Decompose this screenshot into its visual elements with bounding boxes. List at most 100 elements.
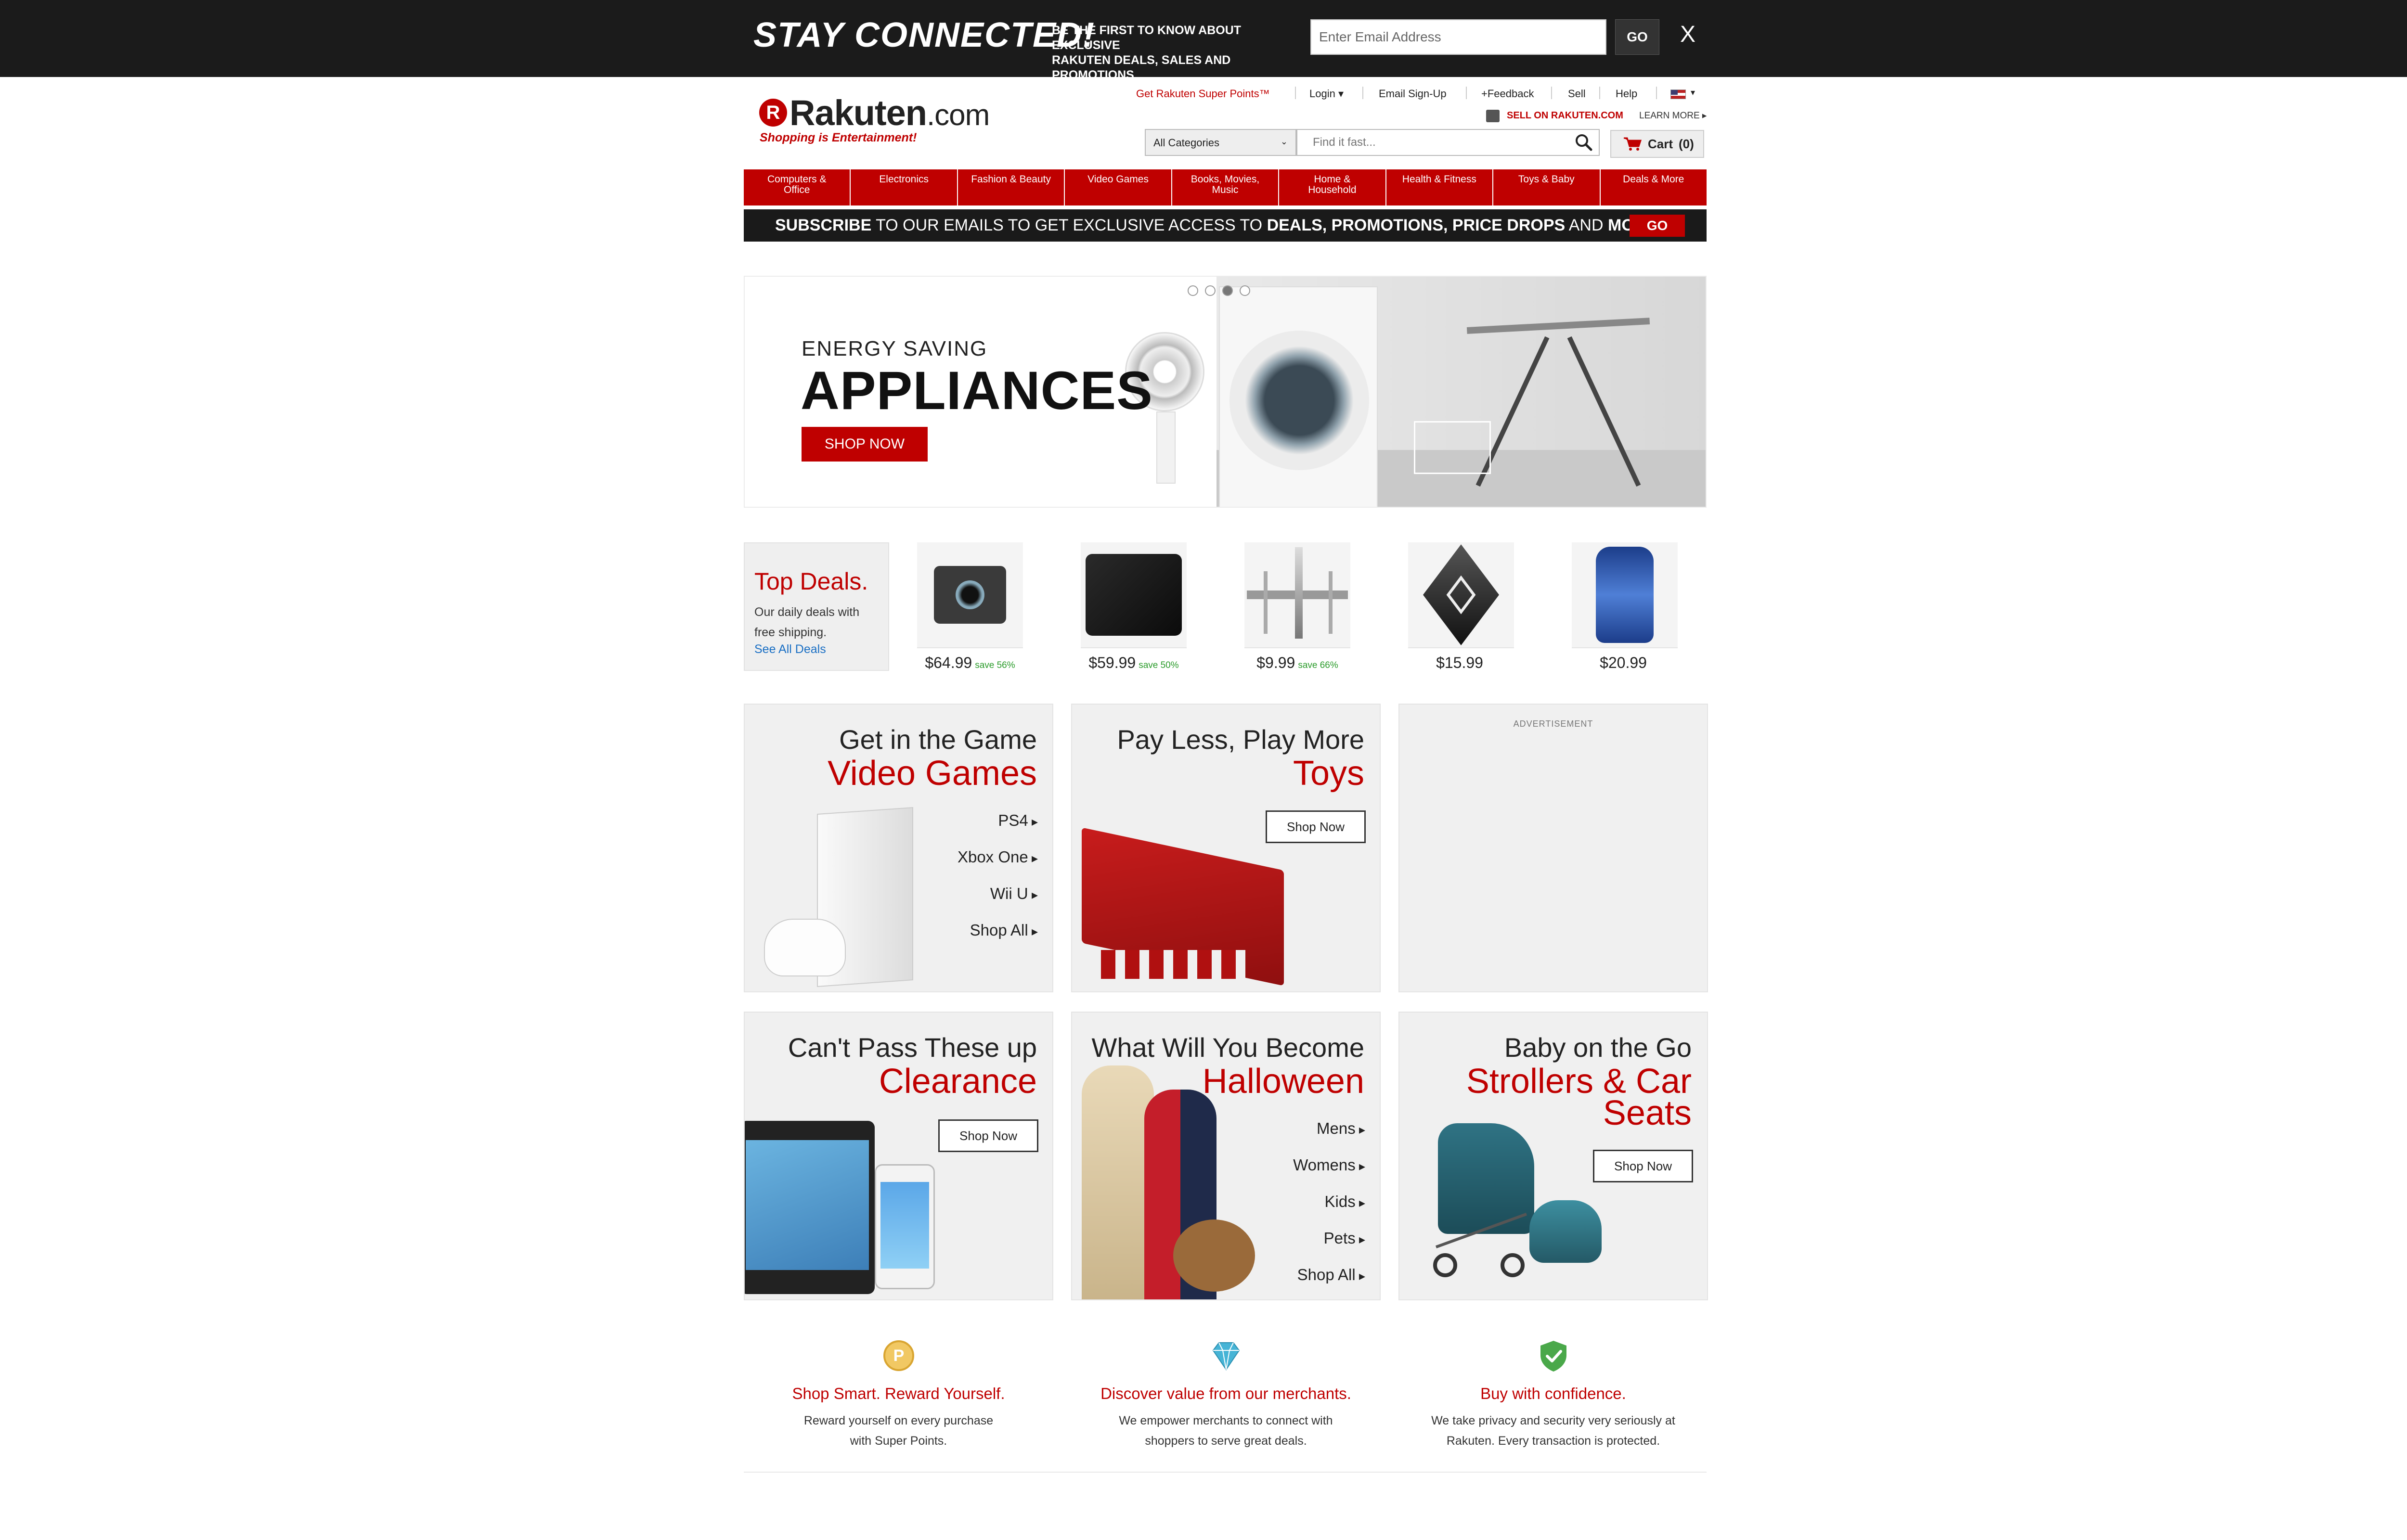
logo-tagline: Shopping is Entertainment! — [760, 131, 917, 144]
tile-title: Clearance — [879, 1062, 1037, 1101]
nav-electronics[interactable]: Electronics — [851, 169, 958, 205]
subscribe-text-2: AND — [1565, 216, 1608, 234]
deal-item[interactable]: $15.99 — [1389, 542, 1533, 677]
halloween-tile[interactable]: What Will You Become Halloween Mens Wome… — [1071, 1012, 1381, 1300]
category-select[interactable]: All Categories ⌄ — [1145, 129, 1296, 156]
help-link[interactable]: Help — [1616, 88, 1637, 100]
advertisement-slot[interactable]: ADVERTISEMENT — [1398, 704, 1708, 992]
mens-costumes-link[interactable]: Mens — [1317, 1119, 1365, 1138]
divider — [1656, 87, 1657, 99]
tablet-image — [745, 1121, 875, 1294]
nav-deals-more[interactable]: Deals & More — [1601, 169, 1707, 205]
hero-banner[interactable]: ENERGY SAVING APPLIANCES SHOP NOW — [744, 276, 1707, 508]
see-all-deals-link[interactable]: See All Deals — [754, 642, 879, 656]
rakuten-logo-mark[interactable]: R — [759, 99, 787, 127]
washing-machine-image — [1219, 286, 1378, 507]
nav-health-fitness[interactable]: Health & Fitness — [1386, 169, 1494, 205]
nav-fashion-beauty[interactable]: Fashion & Beauty — [958, 169, 1065, 205]
heater-stand — [1156, 411, 1176, 484]
deal-savings: save 56% — [975, 660, 1015, 670]
clearance-tile[interactable]: Can't Pass These up Clearance Shop Now — [744, 1012, 1053, 1300]
ps4-link[interactable]: PS4 — [998, 811, 1038, 830]
banner-go-button[interactable]: GO — [1615, 19, 1659, 55]
car-seat-image — [1529, 1200, 1602, 1263]
clearance-shop-now-button[interactable]: Shop Now — [938, 1119, 1038, 1152]
rakuten-logo[interactable]: Rakuten.com — [789, 92, 990, 133]
carousel-dot[interactable] — [1240, 285, 1250, 296]
subscribe-go-button[interactable]: GO — [1630, 215, 1685, 237]
hydration-backpack-icon — [1572, 542, 1678, 648]
carousel-dot-active[interactable] — [1222, 285, 1233, 296]
us-flag-icon[interactable] — [1670, 90, 1686, 99]
video-games-tile[interactable]: Get in the Game Video Games PS4 Xbox One… — [744, 704, 1053, 992]
nav-books-movies-music[interactable]: Books, Movies, Music — [1172, 169, 1280, 205]
country-dropdown-caret[interactable]: ▾ — [1691, 88, 1695, 98]
strollers-tile[interactable]: Baby on the Go Strollers & Car Seats Sho… — [1398, 1012, 1708, 1300]
divider — [1551, 87, 1552, 99]
email-signup-link[interactable]: Email Sign-Up — [1379, 88, 1447, 100]
sell-link[interactable]: Sell — [1568, 88, 1586, 100]
hero-shop-now-button[interactable]: SHOP NOW — [802, 427, 928, 462]
hero-title: APPLIANCES — [801, 360, 1153, 421]
xbox-controller-image — [764, 919, 846, 976]
shop-all-halloween-link[interactable]: Shop All — [1297, 1266, 1365, 1284]
search-input[interactable] — [1296, 129, 1600, 156]
toys-tile[interactable]: Pay Less, Play More Toys Shop Now — [1071, 704, 1381, 992]
feature-text: We take privacy and security very seriou… — [1431, 1414, 1675, 1427]
top-deals-text: Our daily deals with — [754, 605, 860, 619]
deal-item[interactable]: $59.99 save 50% — [1061, 542, 1206, 677]
womens-costumes-link[interactable]: Womens — [1293, 1156, 1365, 1174]
cart-button[interactable]: Cart (0) — [1610, 130, 1704, 158]
carousel-dots — [1188, 285, 1250, 296]
deal-item[interactable]: $64.99 save 56% — [898, 542, 1042, 677]
carousel-dot[interactable] — [1205, 285, 1216, 296]
deal-item[interactable]: $9.99 save 66% — [1225, 542, 1370, 677]
top-deals-box: Top Deals. Our daily deals with free shi… — [744, 542, 889, 671]
carousel-dot[interactable] — [1188, 285, 1198, 296]
action-camera-icon — [917, 542, 1023, 648]
ad-label: ADVERTISEMENT — [1513, 719, 1593, 729]
banner-email-input[interactable] — [1310, 19, 1606, 55]
banner-title: STAY CONNECTED! — [753, 16, 1096, 54]
tile-title: Video Games — [828, 754, 1037, 793]
subscribe-word: SUBSCRIBE — [775, 216, 872, 234]
subscribe-bar[interactable]: SUBSCRIBE TO OUR EMAILS TO GET EXCLUSIVE… — [744, 209, 1707, 242]
shop-all-games-link[interactable]: Shop All — [970, 921, 1038, 939]
deal-price: $15.99 — [1436, 654, 1483, 671]
subscribe-deals: DEALS, PROMOTIONS, PRICE DROPS — [1267, 216, 1566, 234]
points-coin-icon: P — [883, 1340, 914, 1371]
deal-price: $9.99 — [1256, 654, 1295, 671]
deal-item[interactable]: $20.99 — [1553, 542, 1697, 677]
xbox-one-link[interactable]: Xbox One — [958, 848, 1038, 866]
feature-title: Buy with confidence. — [1480, 1385, 1626, 1402]
feedback-link[interactable]: +Feedback — [1481, 88, 1534, 100]
wii-u-link[interactable]: Wii U — [990, 885, 1038, 903]
lego-minifigs-image — [1101, 950, 1245, 979]
strollers-shop-now-button[interactable]: Shop Now — [1593, 1150, 1693, 1182]
tile-title: Toys — [1293, 754, 1364, 793]
banner-close-button[interactable]: X — [1680, 21, 1695, 48]
nav-toys-baby[interactable]: Toys & Baby — [1493, 169, 1601, 205]
nav-video-games[interactable]: Video Games — [1065, 169, 1172, 205]
sell-on-rakuten-link[interactable]: SELL ON RAKUTEN.COM — [1507, 110, 1623, 121]
super-points-link[interactable]: Get Rakuten Super Points™ — [1136, 88, 1270, 100]
ghostbuster-costume-image — [1082, 1065, 1154, 1299]
feature-text: with Super Points. — [850, 1434, 947, 1448]
login-link[interactable]: Login ▾ — [1309, 88, 1344, 100]
tile-subtitle: Pay Less, Play More — [1117, 724, 1364, 755]
toys-shop-now-button[interactable]: Shop Now — [1266, 810, 1366, 843]
kids-costumes-link[interactable]: Kids — [1325, 1193, 1365, 1211]
banner-subtitle: BE THE FIRST TO KNOW ABOUT EXCLUSIVE RAK… — [1052, 23, 1302, 83]
feature-title: Shop Smart. Reward Yourself. — [792, 1385, 1005, 1402]
divider — [1466, 87, 1467, 99]
diamond-icon — [1212, 1342, 1240, 1371]
divider — [1599, 87, 1600, 99]
search-icon[interactable] — [1574, 133, 1593, 152]
nav-computers-office[interactable]: Computers & Office — [744, 169, 851, 205]
nav-home-household[interactable]: Home & Household — [1279, 169, 1386, 205]
pets-costumes-link[interactable]: Pets — [1324, 1229, 1365, 1247]
stroller-wheel — [1433, 1253, 1457, 1277]
learn-more-link[interactable]: LEARN MORE ▸ — [1639, 110, 1707, 121]
tile-subtitle: What Will You Become — [1091, 1032, 1364, 1063]
cart-label: Cart — [1648, 136, 1673, 151]
